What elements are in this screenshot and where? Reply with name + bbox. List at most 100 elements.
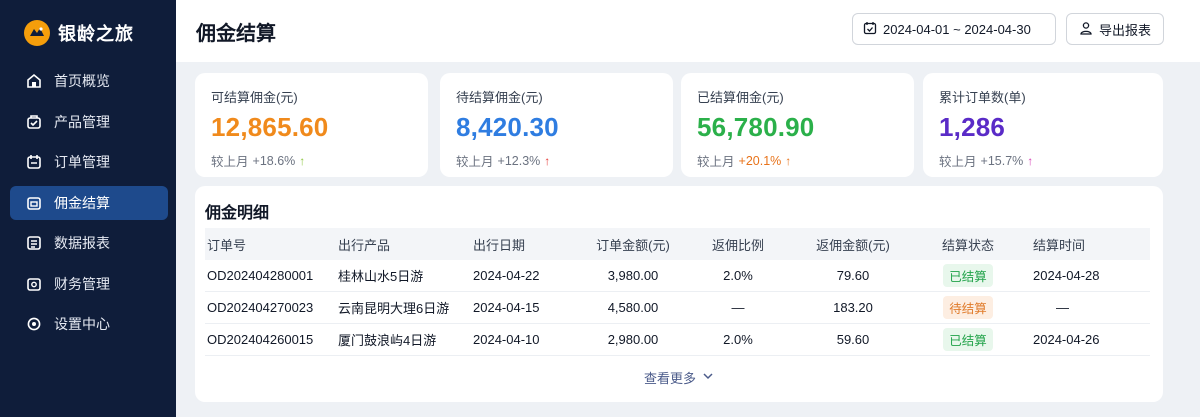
sidebar-item-home[interactable]: 首页概览 [10, 64, 168, 98]
status-badge: 已结算 [943, 328, 993, 351]
sidebar: 银龄之旅 首页概览 产品管理 订单管理 佣金结算 数据报表 财务管理 设置中心 [0, 0, 176, 417]
sidebar-item-label: 佣金结算 [54, 194, 110, 211]
commission-amount: 79.60 [836, 268, 870, 283]
commission-detail-card: 佣金明细 订单号 出行产品 出行日期 订单金额(元) 返佣比例 返佣金额(元) … [195, 186, 1163, 402]
stat-value: 12,865.60 [211, 112, 329, 142]
table-row[interactable]: OD202404280001 桂林山水5日游 2024-04-22 3,980.… [205, 260, 1150, 292]
column-header: 返佣金额(元) [816, 237, 890, 253]
arrow-up-icon: ↑ [785, 153, 792, 168]
product-name: 厦门鼓浪屿4日游 [338, 333, 437, 348]
column-header: 订单号 [207, 237, 247, 253]
commission-rate: 2.0% [723, 268, 753, 283]
table-row[interactable]: OD202404270023 云南昆明大理6日游 2024-04-15 4,58… [205, 292, 1150, 324]
product-name: 桂林山水5日游 [338, 269, 424, 284]
column-header: 订单金额(元) [596, 237, 670, 253]
arrow-up-icon: ↑ [544, 153, 551, 168]
status-cell: 已结算 [913, 264, 1023, 287]
sidebar-item-commission[interactable]: 佣金结算 [10, 185, 168, 220]
column-header: 出行产品 [338, 237, 391, 253]
delta-value: +18.6% [252, 153, 296, 168]
commission-icon [26, 195, 42, 211]
commission-rate: — [731, 300, 745, 315]
product-name: 云南昆明大理6日游 [338, 301, 450, 316]
view-more-link[interactable]: 查看更多 [195, 368, 1163, 387]
table-header: 订单号 出行产品 出行日期 订单金额(元) 返佣比例 返佣金额(元) 结算状态 … [205, 228, 1150, 260]
sidebar-item-label: 设置中心 [54, 316, 110, 332]
commission-amount: 59.60 [836, 332, 870, 347]
brand-logo-icon [24, 20, 50, 46]
order-icon [26, 154, 42, 170]
order-amount: 4,580.00 [607, 300, 659, 315]
chevron-down-icon [702, 370, 714, 385]
stat-card-settleable: 可结算佣金(元) 12,865.60 较上月 +18.6% ↑ [195, 73, 428, 177]
calendar-icon [863, 21, 877, 38]
order-amount: 3,980.00 [607, 268, 659, 283]
product-icon [26, 114, 42, 130]
commission-rate: 2.0% [723, 332, 753, 347]
travel-date: 2024-04-22 [473, 268, 540, 283]
sidebar-item-finance[interactable]: 财务管理 [10, 267, 168, 301]
column-header: 结算状态 [941, 237, 994, 253]
order-id: OD202404270023 [207, 300, 314, 315]
sidebar-item-reports[interactable]: 数据报表 [10, 226, 168, 260]
stat-label: 可结算佣金(元) [211, 90, 298, 105]
sidebar-item-label: 财务管理 [54, 275, 110, 292]
stat-card-orders: 累计订单数(单) 1,286 较上月 +15.7% ↑ [923, 73, 1163, 177]
commission-table: 订单号 出行产品 出行日期 订单金额(元) 返佣比例 返佣金额(元) 结算状态 … [205, 228, 1150, 356]
delta-value: +12.3% [497, 153, 541, 168]
stat-change: 较上月 +20.1% ↑ [697, 151, 898, 170]
date-range-picker[interactable]: 2024-04-01 ~ 2024-04-30 [852, 13, 1056, 45]
sidebar-item-orders[interactable]: 订单管理 [10, 145, 168, 179]
settle-time: — [1056, 300, 1069, 315]
arrow-up-icon: ↑ [299, 153, 306, 168]
stat-card-pending: 待结算佣金(元) 8,420.30 较上月 +12.3% ↑ [440, 73, 673, 177]
sidebar-item-label: 产品管理 [54, 113, 110, 130]
brand[interactable]: 银龄之旅 [24, 18, 134, 48]
status-badge: 已结算 [943, 264, 993, 287]
status-cell: 待结算 [913, 296, 1023, 319]
commission-amount: 183.20 [833, 300, 873, 315]
section-title: 佣金明细 [205, 205, 270, 222]
delta-value: +15.7% [980, 153, 1024, 168]
compare-label: 较上月 [697, 155, 735, 169]
status-cell: 已结算 [913, 328, 1023, 351]
settle-time: 2024-04-28 [1033, 268, 1100, 283]
page-title: 佣金结算 [196, 23, 276, 45]
column-header: 出行日期 [473, 237, 526, 253]
page-header: 佣金结算 2024-04-01 ~ 2024-04-30 导出报表 [176, 0, 1200, 62]
sidebar-item-label: 数据报表 [54, 235, 110, 251]
travel-date: 2024-04-10 [473, 332, 540, 347]
export-label: 导出报表 [1098, 22, 1151, 38]
sidebar-nav: 首页概览 产品管理 订单管理 佣金结算 数据报表 财务管理 设置中心 [10, 64, 168, 348]
main-content: 佣金结算 2024-04-01 ~ 2024-04-30 导出报表 可结算佣金(… [176, 0, 1200, 417]
stat-value: 56,780.90 [697, 112, 815, 142]
sidebar-item-settings[interactable]: 设置中心 [10, 307, 168, 341]
sidebar-item-label: 订单管理 [54, 154, 110, 170]
status-badge: 待结算 [943, 296, 993, 319]
report-icon [26, 235, 42, 251]
date-range-value: 2024-04-01 ~ 2024-04-30 [883, 21, 1031, 37]
stat-card-settled: 已结算佣金(元) 56,780.90 较上月 +20.1% ↑ [681, 73, 914, 177]
stat-value: 8,420.30 [456, 112, 559, 142]
stat-change: 较上月 +15.7% ↑ [939, 151, 1147, 170]
delta-value: +20.1% [738, 153, 782, 168]
stat-label: 已结算佣金(元) [697, 90, 784, 105]
settings-icon [26, 316, 42, 332]
home-icon [26, 73, 42, 89]
travel-date: 2024-04-15 [473, 300, 540, 315]
order-id: OD202404280001 [207, 268, 314, 283]
order-amount: 2,980.00 [607, 332, 659, 347]
compare-label: 较上月 [939, 155, 977, 169]
arrow-up-icon: ↑ [1027, 153, 1034, 168]
sidebar-item-label: 首页概览 [54, 73, 110, 89]
sidebar-item-products[interactable]: 产品管理 [10, 105, 168, 139]
export-report-button[interactable]: 导出报表 [1066, 13, 1164, 45]
stat-value: 1,286 [939, 112, 1006, 142]
order-id: OD202404260015 [207, 332, 314, 347]
stat-change: 较上月 +18.6% ↑ [211, 151, 412, 170]
column-header: 结算时间 [1033, 237, 1086, 253]
settle-time: 2024-04-26 [1033, 332, 1100, 347]
stat-change: 较上月 +12.3% ↑ [456, 151, 657, 170]
stat-label: 累计订单数(单) [939, 90, 1026, 105]
table-row[interactable]: OD202404260015 厦门鼓浪屿4日游 2024-04-10 2,980… [205, 324, 1150, 356]
